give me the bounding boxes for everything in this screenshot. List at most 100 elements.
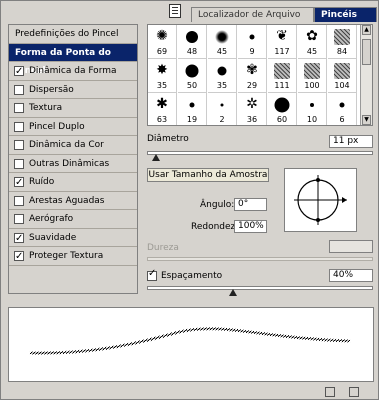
brush-preset-cell[interactable]: 9: [238, 25, 267, 59]
brush-size-label: 19: [186, 115, 198, 124]
brush-preset-cell[interactable]: ❦ 117: [268, 25, 297, 59]
brushes-panel: Localizador de Arquivo Pincéis Predefini…: [0, 0, 379, 400]
hardness-input: [329, 240, 373, 253]
brush-size-label: 117: [274, 47, 290, 56]
brush-option-item[interactable]: Ruído: [9, 173, 137, 192]
brush-option-item[interactable]: Dinâmica da Forma: [9, 62, 137, 81]
brush-preset-cell[interactable]: 45: [208, 25, 237, 59]
brush-option-item[interactable]: Outras Dinâmicas: [9, 155, 137, 173]
roundness-input[interactable]: 100%: [234, 220, 267, 233]
texture-brush-icon: [304, 63, 320, 79]
hard-round-brush-icon: [186, 31, 198, 43]
brush-size-label: 63: [156, 115, 168, 124]
brush-option-checkbox[interactable]: [14, 195, 24, 206]
brush-option-checkbox[interactable]: [14, 158, 24, 169]
brush-preset-cell[interactable]: 19: [178, 93, 207, 125]
panel-menu-icon[interactable]: [169, 4, 181, 18]
brush-preset-cell[interactable]: 60: [268, 93, 297, 125]
brush-size-label: 48: [186, 47, 198, 56]
butterfly-brush-icon: ✾: [246, 62, 258, 78]
brush-preset-cell[interactable]: ✱ 63: [148, 93, 177, 125]
leaf-brush-icon: ❦: [276, 28, 288, 44]
brush-preset-cell[interactable]: 6: [328, 93, 357, 125]
brush-option-label: Aerógrafo: [29, 214, 74, 224]
tab-brushes[interactable]: Pincéis: [314, 7, 377, 22]
scroll-up-arrow-icon[interactable]: ▲: [362, 25, 371, 35]
brush-preset-cell[interactable]: 2: [208, 93, 237, 125]
grid-scrollbar[interactable]: ▲ ▼: [360, 25, 372, 125]
brush-option-label: Suavidade: [29, 232, 77, 243]
brush-option-label: Dinâmica da Cor: [29, 140, 104, 150]
hard-round-brush-icon: [274, 97, 290, 113]
delete-brush-icon[interactable]: [349, 387, 359, 397]
brush-option-label: Dispersão: [29, 84, 74, 95]
brush-option-checkbox[interactable]: [14, 63, 24, 81]
brush-option-item[interactable]: Suavidade: [9, 229, 137, 248]
brush-preset-cell[interactable]: ✾ 29: [238, 59, 267, 93]
brush-option-item[interactable]: Textura: [9, 99, 137, 118]
brush-preset-cell[interactable]: 100: [298, 59, 327, 93]
scroll-thumb[interactable]: [362, 39, 371, 65]
spacing-checkbox[interactable]: [147, 268, 157, 281]
brush-preset-cell[interactable]: 48: [178, 25, 207, 59]
brush-option-item[interactable]: Aerógrafo: [9, 210, 137, 229]
brush-option-item[interactable]: Arestas Aguadas: [9, 192, 137, 210]
tab-file-browser[interactable]: Localizador de Arquivo: [191, 7, 314, 22]
brush-preset-cell[interactable]: 111: [268, 59, 297, 93]
brush-option-checkbox[interactable]: [14, 84, 24, 95]
spacing-input[interactable]: 40%: [329, 269, 373, 282]
brush-option-item[interactable]: Dinâmica da Cor: [9, 136, 137, 155]
brush-tip-shape-item[interactable]: Forma da Ponta do Pincel: [9, 43, 137, 76]
brush-preset-cell[interactable]: 104: [328, 59, 357, 93]
roundness-label: Redondez:: [191, 222, 239, 232]
tiny-round-brush-icon: [220, 103, 224, 107]
new-brush-icon[interactable]: [325, 387, 335, 397]
brush-option-item[interactable]: Pincel Duplo: [9, 118, 137, 136]
brush-size-label: 111: [274, 81, 290, 90]
hard-round-brush-icon: [217, 66, 227, 76]
angle-roundness-preview[interactable]: [284, 168, 357, 232]
brush-size-label: 29: [246, 81, 258, 90]
scroll-down-arrow-icon[interactable]: ▼: [362, 115, 371, 125]
brush-preset-cell[interactable]: ✿ 45: [298, 25, 327, 59]
texture-brush-icon: [274, 63, 290, 79]
texture-brush-icon: [334, 63, 350, 79]
spacing-slider-knob[interactable]: [229, 289, 237, 296]
angle-input[interactable]: 0°: [234, 198, 267, 211]
brush-preset-cell[interactable]: 84: [328, 25, 357, 59]
partial-brush-icon: ·: [298, 125, 326, 126]
brush-option-label: Arestas Aguadas: [29, 195, 105, 206]
brush-option-checkbox[interactable]: [14, 214, 24, 224]
hardness-label: Dureza: [147, 243, 179, 253]
brush-size-label: 50: [186, 81, 198, 90]
brush-option-checkbox[interactable]: [14, 174, 24, 192]
use-sample-size-button[interactable]: Usar Tamanho da Amostra: [147, 168, 269, 182]
diameter-slider-knob[interactable]: [152, 154, 160, 161]
spacing-label: Espaçamento: [161, 271, 223, 281]
brush-option-label: Pincel Duplo: [29, 121, 85, 132]
brush-size-label: 36: [246, 115, 258, 124]
diameter-slider[interactable]: [147, 151, 373, 161]
partial-brush-icon: ·: [178, 125, 206, 126]
brush-preset-cell[interactable]: ✺ 69: [148, 25, 177, 59]
brush-option-checkbox[interactable]: [14, 103, 24, 113]
brush-option-item[interactable]: Proteger Textura: [9, 247, 137, 266]
spacing-slider[interactable]: [147, 286, 373, 296]
brush-option-checkbox[interactable]: [14, 230, 24, 248]
diameter-input[interactable]: 11 px: [329, 135, 373, 148]
brush-presets-item[interactable]: Predefinições do Pincel: [9, 25, 137, 44]
brush-option-checkbox[interactable]: [14, 140, 24, 150]
brush-size-label: 45: [216, 47, 228, 56]
brush-option-checkbox[interactable]: [14, 248, 24, 266]
brush-preset-cell[interactable]: ✸ 35: [148, 59, 177, 93]
brush-option-checkbox[interactable]: [14, 121, 24, 132]
brush-option-item[interactable]: Dispersão: [9, 81, 137, 99]
partial-brush-icon: ·: [208, 125, 236, 126]
brush-preset-cell[interactable]: 50: [178, 59, 207, 93]
brush-preset-cell[interactable]: ✲ 36: [238, 93, 267, 125]
brush-preset-cell[interactable]: 10: [298, 93, 327, 125]
small-round-brush-icon: [339, 102, 345, 108]
brush-preset-cell[interactable]: 35: [208, 59, 237, 93]
brush-stroke-preview: [8, 307, 374, 382]
brush-size-label: 104: [334, 81, 350, 90]
